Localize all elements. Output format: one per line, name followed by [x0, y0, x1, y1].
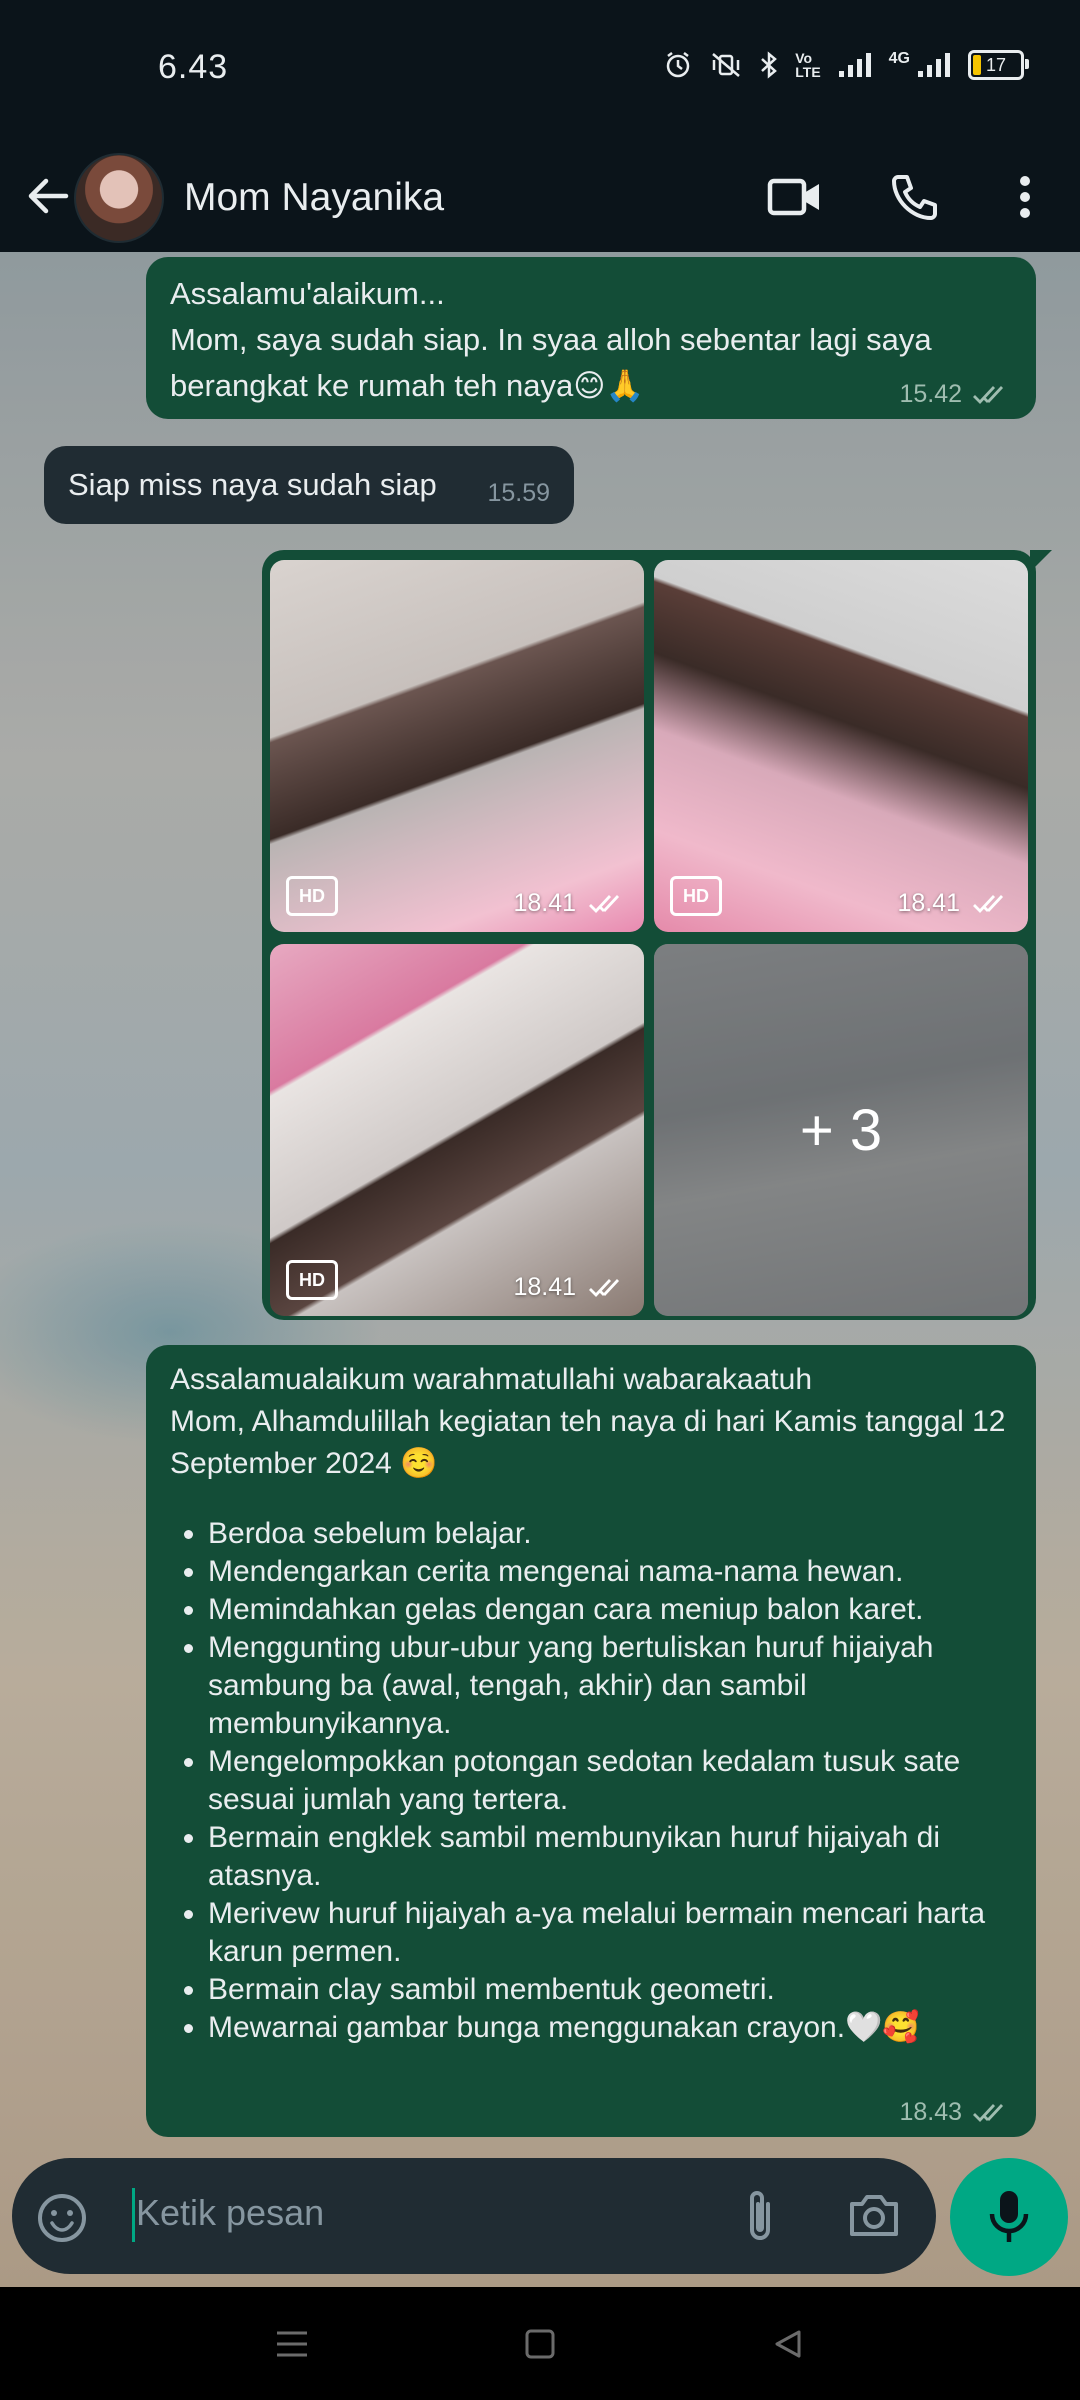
message-bubble-outgoing[interactable]: Assalamu'alaikum... Mom, saya sudah siap… — [146, 257, 1036, 419]
message-meta: 15.59 — [487, 479, 550, 508]
photo-meta: 18.41 — [513, 889, 628, 918]
double-check-icon — [589, 894, 620, 913]
status-bar: 6.43 Vo LTE 4G 17 — [0, 0, 1080, 140]
volte-icon: Vo LTE — [795, 50, 821, 80]
message-intro: Assalamualaikum warahmatullahi wabarakaa… — [170, 1363, 1006, 1480]
video-camera-icon — [767, 178, 819, 216]
camera-icon — [850, 2195, 898, 2236]
microphone-icon — [989, 2191, 1029, 2242]
emoji-button[interactable] — [36, 2192, 88, 2249]
double-check-icon — [973, 385, 1004, 404]
hd-badge: HD — [286, 1260, 338, 1300]
list-item: Mendengarkan cerita mengenai nama-nama h… — [208, 1553, 1036, 1591]
chat-background[interactable]: Assalamu'alaikum... Mom, saya sudah siap… — [0, 252, 1080, 2287]
photo-time: 18.41 — [513, 1273, 576, 1301]
hd-badge: HD — [670, 876, 722, 916]
photo-time: 18.41 — [513, 889, 576, 917]
whatsapp-chat-screen: 6.43 Vo LTE 4G 17 Mom Nayanika Assalamu'… — [0, 0, 1080, 2400]
double-check-icon — [973, 2103, 1004, 2122]
list-item: Mewarnai gambar bunga menggunakan crayon… — [208, 2009, 1036, 2047]
voice-call-button[interactable] — [880, 162, 950, 232]
paperclip-icon — [750, 2191, 770, 2240]
photo-time: 18.41 — [897, 889, 960, 917]
contact-name[interactable]: Mom Nayanika — [184, 176, 444, 220]
arrow-left-icon — [28, 178, 69, 214]
network-type-icon: 4G — [888, 50, 910, 67]
signal-icon — [837, 51, 873, 79]
alarm-icon — [663, 50, 693, 80]
menu-lines-icon — [277, 2331, 307, 2357]
voice-message-button[interactable] — [950, 2158, 1068, 2276]
message-meta: 15.42 — [899, 380, 1012, 409]
message-bubble-outgoing[interactable]: Assalamualaikum warahmatullahi wabarakaa… — [146, 1345, 1036, 2137]
double-check-icon — [589, 1278, 620, 1297]
signal-icon-2 — [916, 51, 952, 79]
home-button[interactable] — [510, 2317, 570, 2371]
more-photos-overlay: + 3 — [654, 944, 1028, 1316]
triangle-back-icon — [775, 2330, 801, 2358]
chat-header: Mom Nayanika — [0, 140, 1080, 252]
list-item: Memindahkan gelas dengan cara meniup bal… — [208, 1591, 1036, 1629]
avatar[interactable] — [74, 153, 164, 243]
video-call-button[interactable] — [760, 162, 830, 232]
emoji-icon — [38, 2194, 86, 2242]
list-item: Menggunting ubur-ubur yang bertuliskan h… — [208, 1629, 1036, 1743]
double-check-icon — [973, 894, 1004, 913]
phone-icon — [892, 175, 937, 220]
bluetooth-icon — [759, 50, 779, 80]
battery-icon: 17 — [968, 50, 1029, 80]
photo-thumbnail[interactable]: HD 18.41 — [270, 560, 644, 932]
back-nav-button[interactable] — [758, 2317, 818, 2371]
message-time: 15.42 — [899, 380, 962, 408]
message-time: 18.43 — [899, 2098, 962, 2126]
list-item: Mengelompokkan potongan sedotan kedalam … — [208, 1743, 1036, 1819]
photo-meta: 18.41 — [513, 1273, 628, 1302]
camera-button[interactable] — [846, 2190, 902, 2245]
text-caret — [132, 2188, 135, 2242]
status-icons: Vo LTE 4G 17 — [663, 50, 1029, 80]
back-button[interactable] — [18, 158, 78, 234]
attach-button[interactable] — [740, 2186, 780, 2251]
message-composer: Ketik pesan — [12, 2158, 936, 2274]
vibrate-off-icon — [709, 50, 743, 80]
more-vertical-icon — [1020, 176, 1030, 218]
more-options-button[interactable] — [990, 162, 1060, 232]
message-meta: 18.43 — [899, 2098, 1012, 2127]
list-item: Bermain clay sambil membentuk geometri. — [208, 1971, 1036, 2009]
photo-album[interactable]: HD 18.41 HD 18.41 HD 18.41 + 3 — [262, 550, 1052, 1320]
photo-thumbnail[interactable]: HD 18.41 — [654, 560, 1028, 932]
message-bubble-incoming[interactable]: Siap miss naya sudah siap 15.59 — [44, 446, 574, 524]
square-icon — [525, 2329, 555, 2359]
list-item: Berdoa sebelum belajar. — [208, 1515, 1036, 1553]
recent-apps-button[interactable] — [262, 2317, 322, 2371]
photo-meta: 18.41 — [897, 889, 1012, 918]
activity-list: Berdoa sebelum belajar. Mendengarkan cer… — [146, 1515, 1036, 2047]
status-time: 6.43 — [158, 48, 229, 86]
photo-thumbnail-more[interactable]: + 3 — [654, 944, 1028, 1316]
battery-level: 17 — [985, 54, 1007, 75]
hd-badge: HD — [286, 876, 338, 916]
system-nav-bar — [0, 2287, 1080, 2400]
list-item: Bermain engklek sambil membunyikan huruf… — [208, 1819, 1036, 1895]
message-input[interactable]: Ketik pesan — [136, 2192, 324, 2234]
message-time: 15.59 — [487, 479, 550, 507]
list-item: Merivew huruf hijaiyah a-ya melalui berm… — [208, 1895, 1036, 1971]
photo-thumbnail[interactable]: HD 18.41 — [270, 944, 644, 1316]
